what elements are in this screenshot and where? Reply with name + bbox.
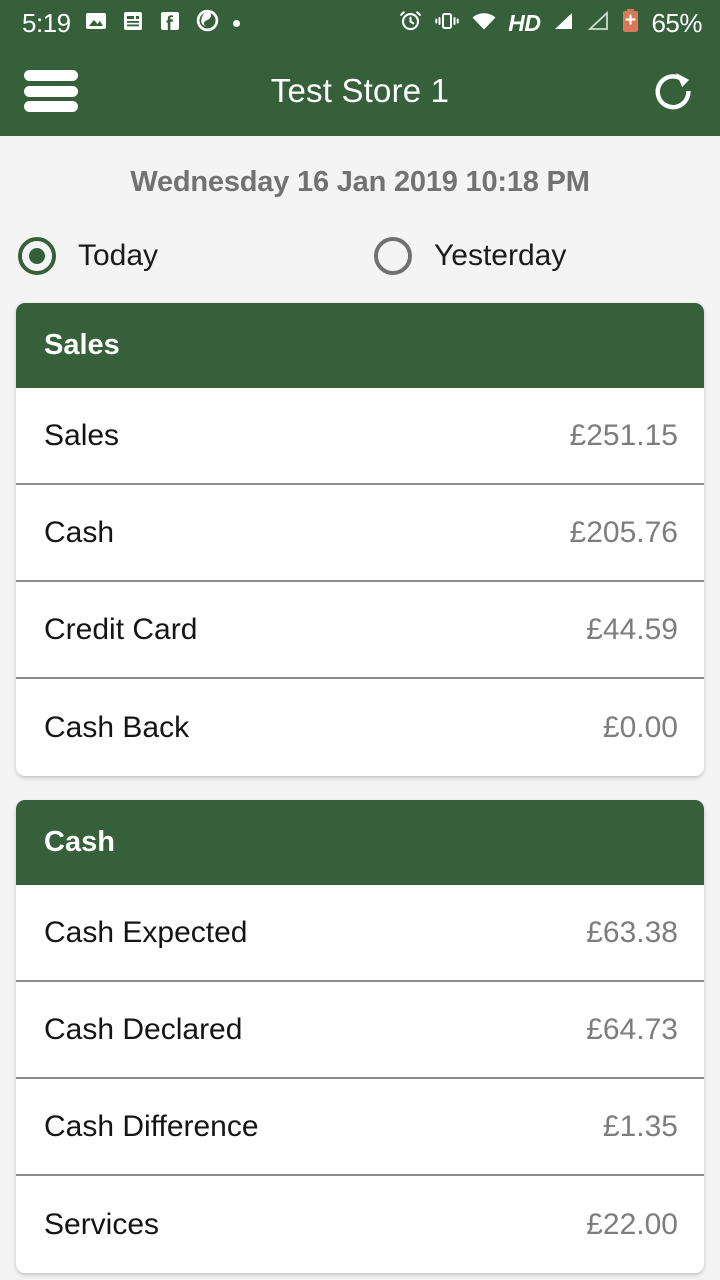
row-label: Sales: [44, 418, 120, 452]
row-label: Credit Card: [44, 612, 198, 646]
radio-option-today[interactable]: Today: [18, 237, 374, 275]
table-row[interactable]: Cash Expected £63.38: [16, 885, 704, 982]
vibrate-icon: [434, 9, 460, 38]
signal-bars-icon: [551, 9, 575, 38]
day-filter-group: Today Yesterday: [0, 199, 720, 275]
menu-icon[interactable]: [24, 70, 78, 112]
table-row[interactable]: Cash Declared £64.73: [16, 982, 704, 1079]
row-value: £63.38: [586, 915, 678, 949]
vodafone-icon: [195, 8, 220, 38]
table-row[interactable]: Cash Back £0.00: [16, 679, 704, 776]
battery-percent-label: 65%: [651, 7, 702, 38]
status-bar-left: 5:19: [22, 8, 240, 39]
radio-today-label: Today: [78, 239, 159, 272]
row-label: Services: [44, 1207, 160, 1241]
table-row[interactable]: Cash Difference £1.35: [16, 1079, 704, 1176]
status-bar-right: HD 65%: [398, 8, 702, 39]
report-date: Wednesday 16 Jan 2019 10:18 PM: [130, 166, 590, 198]
card-cash: Cash Cash Expected £63.38 Cash Declared …: [16, 800, 704, 1273]
row-value: £22.00: [586, 1207, 678, 1241]
dot-icon: [232, 19, 240, 27]
row-value: £1.35: [602, 1109, 678, 1143]
status-bar: 5:19 HD 65%: [0, 0, 720, 46]
radio-option-yesterday[interactable]: Yesterday: [374, 237, 566, 275]
facebook-icon: [158, 9, 182, 38]
card-cash-title: Cash: [16, 800, 704, 885]
row-label: Cash Expected: [44, 915, 248, 949]
row-label: Cash: [44, 515, 115, 549]
wifi-icon: [471, 9, 497, 38]
summary-cards: Sales Sales £251.15 Cash £205.76 Credit …: [0, 275, 720, 1273]
card-cash-rows: Cash Expected £63.38 Cash Declared £64.7…: [16, 885, 704, 1273]
hd-icon: HD: [508, 9, 541, 36]
app-bar: Test Store 1: [0, 46, 720, 136]
news-icon: [121, 9, 145, 38]
row-value: £205.76: [569, 515, 678, 549]
row-value: £64.73: [586, 1012, 678, 1046]
row-label: Cash Back: [44, 710, 190, 744]
row-value: £44.59: [586, 612, 678, 646]
radio-today-icon[interactable]: [18, 237, 56, 275]
table-row[interactable]: Cash £205.76: [16, 485, 704, 582]
card-sales-title: Sales: [16, 303, 704, 388]
refresh-icon[interactable]: [648, 66, 698, 116]
app-screen: 5:19 HD 65% Test Store 1 Wednesday 16 Ja…: [0, 0, 720, 1280]
table-row[interactable]: Credit Card £44.59: [16, 582, 704, 679]
row-value: £251.15: [569, 418, 678, 452]
card-sales: Sales Sales £251.15 Cash £205.76 Credit …: [16, 303, 704, 776]
table-row[interactable]: Services £22.00: [16, 1176, 704, 1273]
alarm-icon: [398, 8, 423, 38]
page-title: Test Store 1: [270, 72, 450, 109]
row-label: Cash Declared: [44, 1012, 243, 1046]
card-sales-rows: Sales £251.15 Cash £205.76 Credit Card £…: [16, 388, 704, 776]
signal-empty-icon: [586, 9, 610, 38]
status-clock: 5:19: [22, 7, 71, 38]
row-label: Cash Difference: [44, 1109, 259, 1143]
row-value: £0.00: [602, 710, 678, 744]
photo-icon: [84, 9, 108, 38]
radio-yesterday-icon[interactable]: [374, 237, 412, 275]
radio-yesterday-label: Yesterday: [434, 239, 567, 272]
battery-icon: [621, 8, 640, 38]
table-row[interactable]: Sales £251.15: [16, 388, 704, 485]
